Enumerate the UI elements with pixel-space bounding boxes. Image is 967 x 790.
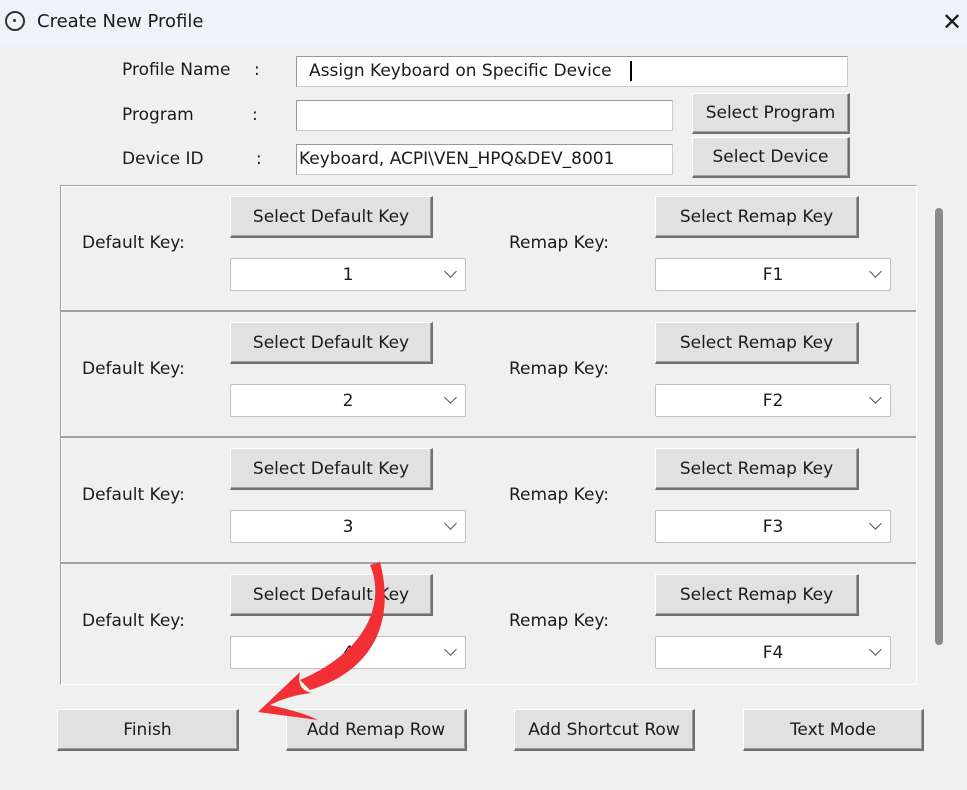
red-arrow-icon	[258, 562, 385, 720]
annotation-arrow	[258, 562, 385, 720]
